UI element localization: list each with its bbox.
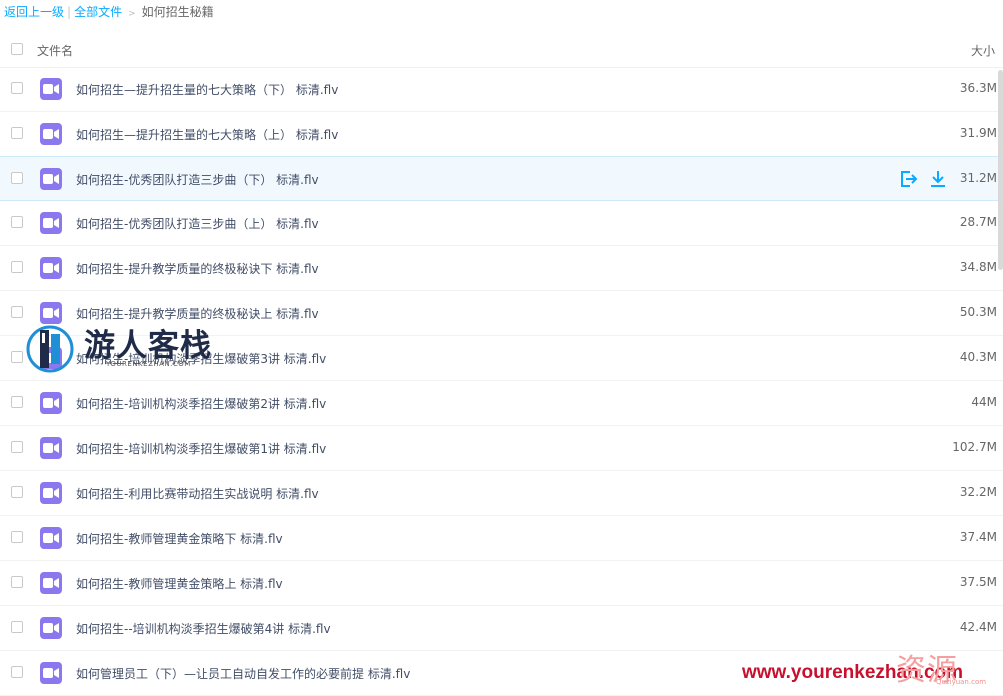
current-folder: 如何招生秘籍 xyxy=(141,5,214,19)
file-row[interactable]: 如何招生--培训机构淡季招生爆破第4讲 标清.flv 42.4M xyxy=(0,606,1003,651)
file-checkbox[interactable] xyxy=(11,396,23,408)
file-size: 50.3M xyxy=(959,305,997,319)
file-size: 37.5M xyxy=(959,575,997,589)
breadcrumb: 返回上一级 | 全部文件 > 如何招生秘籍 xyxy=(4,4,214,20)
file-checkbox[interactable] xyxy=(11,261,23,273)
file-row[interactable]: 如何招生-优秀团队打造三步曲（上） 标清.flv 28.7M xyxy=(0,201,1003,246)
video-file-icon xyxy=(40,257,62,279)
file-checkbox[interactable] xyxy=(11,172,23,184)
video-file-icon xyxy=(40,212,62,234)
file-size: 102.7M xyxy=(952,440,997,454)
file-row[interactable]: 如何招生-教师管理黄金策略下 标清.flv 37.4M xyxy=(0,516,1003,561)
file-size: 44M xyxy=(971,395,997,409)
video-file-icon xyxy=(40,437,62,459)
file-size: 37.4M xyxy=(959,530,997,544)
size-column-header[interactable]: 大小 xyxy=(971,42,995,59)
file-row[interactable]: 如何招生—提升招生量的七大策略（下） 标清.flv 36.3M xyxy=(0,67,1003,112)
video-file-icon xyxy=(40,572,62,594)
share-icon[interactable] xyxy=(898,169,918,189)
file-name[interactable]: 如何招生-优秀团队打造三步曲（上） 标清.flv xyxy=(76,215,319,232)
logo-subtext: YOURENKEZHAN.COM xyxy=(106,360,191,368)
file-size: 31.9M xyxy=(959,126,997,140)
file-size: 40.3M xyxy=(959,350,997,364)
file-name[interactable]: 如何招生-教师管理黄金策略下 标清.flv xyxy=(76,530,283,547)
file-name[interactable]: 如何招生-利用比赛带动招生实战说明 标清.flv xyxy=(76,485,319,502)
scrollbar-thumb[interactable] xyxy=(998,70,1003,270)
file-list-header: 文件名 大小 xyxy=(0,34,1003,68)
file-size: 31.2M xyxy=(959,171,997,185)
file-checkbox[interactable] xyxy=(11,621,23,633)
file-row[interactable]: 如何招生-培训机构淡季招生爆破第2讲 标清.flv 44M xyxy=(0,381,1003,426)
file-size: 32.2M xyxy=(959,485,997,499)
file-name[interactable]: 如何招生-培训机构淡季招生爆破第1讲 标清.flv xyxy=(76,440,326,457)
file-checkbox[interactable] xyxy=(11,82,23,94)
file-list: 如何招生—提升招生量的七大策略（下） 标清.flv 36.3M 如何招生—提升招生量… xyxy=(0,67,1003,696)
logo-text: 游人客栈 xyxy=(84,328,212,364)
file-name[interactable]: 如何招生-优秀团队打造三步曲（下） 标清.flv xyxy=(76,171,319,188)
logo-mark-icon xyxy=(26,325,74,373)
file-row[interactable]: 如何招生-利用比赛带动招生实战说明 标清.flv 32.2M xyxy=(0,471,1003,516)
video-file-icon xyxy=(40,482,62,504)
file-name[interactable]: 如何招生—提升招生量的七大策略（下） 标清.flv xyxy=(76,81,338,98)
file-name[interactable]: 如何管理员工（下）—让员工自动自发工作的必要前提 标清.flv xyxy=(76,665,410,682)
file-checkbox[interactable] xyxy=(11,441,23,453)
file-checkbox[interactable] xyxy=(11,531,23,543)
file-name[interactable]: 如何招生-提升教学质量的终极秘诀下 标清.flv xyxy=(76,260,319,277)
select-all-checkbox[interactable] xyxy=(11,43,23,55)
file-row[interactable]: 如何招生-培训机构淡季招生爆破第1讲 标清.flv 102.7M xyxy=(0,426,1003,471)
file-name[interactable]: 如何招生-教师管理黄金策略上 标清.flv xyxy=(76,575,283,592)
video-file-icon xyxy=(40,302,62,324)
file-name[interactable]: 如何招生—提升招生量的七大策略（上） 标清.flv xyxy=(76,126,338,143)
video-file-icon xyxy=(40,168,62,190)
file-row[interactable]: 如何招生—提升招生量的七大策略（上） 标清.flv 31.9M xyxy=(0,112,1003,157)
back-link[interactable]: 返回上一级 xyxy=(4,5,64,19)
video-file-icon xyxy=(40,617,62,639)
file-checkbox[interactable] xyxy=(11,486,23,498)
video-file-icon xyxy=(40,527,62,549)
file-checkbox[interactable] xyxy=(11,576,23,588)
file-checkbox[interactable] xyxy=(11,306,23,318)
file-name[interactable]: 如何招生--培训机构淡季招生爆破第4讲 标清.flv xyxy=(76,620,331,637)
file-size: 34.8M xyxy=(959,260,997,274)
name-column-header[interactable]: 文件名 xyxy=(37,42,73,59)
watermark-subtext: Quziyuan.com xyxy=(936,678,987,686)
file-checkbox[interactable] xyxy=(11,216,23,228)
file-size: 36.3M xyxy=(959,81,997,95)
file-checkbox[interactable] xyxy=(11,127,23,139)
download-icon[interactable] xyxy=(928,169,948,189)
file-name[interactable]: 如何招生-培训机构淡季招生爆破第2讲 标清.flv xyxy=(76,395,326,412)
file-row[interactable]: 如何招生-教师管理黄金策略上 标清.flv 37.5M xyxy=(0,561,1003,606)
video-file-icon xyxy=(40,392,62,414)
site-logo: 游人客栈 YOURENKEZHAN.COM xyxy=(22,322,232,374)
file-row[interactable]: 如何招生-提升教学质量的终极秘诀下 标清.flv 34.8M xyxy=(0,246,1003,291)
file-row[interactable]: 如何招生-优秀团队打造三步曲（下） 标清.flv 31.2M xyxy=(0,156,1003,201)
breadcrumb-separator: | xyxy=(67,5,72,19)
video-file-icon xyxy=(40,123,62,145)
all-files-link[interactable]: 全部文件 xyxy=(74,5,122,19)
row-actions xyxy=(888,169,948,192)
file-checkbox[interactable] xyxy=(11,666,23,678)
video-file-icon xyxy=(40,78,62,100)
file-size: 42.4M xyxy=(959,620,997,634)
video-file-icon xyxy=(40,662,62,684)
breadcrumb-arrow: > xyxy=(128,9,136,19)
file-size: 28.7M xyxy=(959,215,997,229)
